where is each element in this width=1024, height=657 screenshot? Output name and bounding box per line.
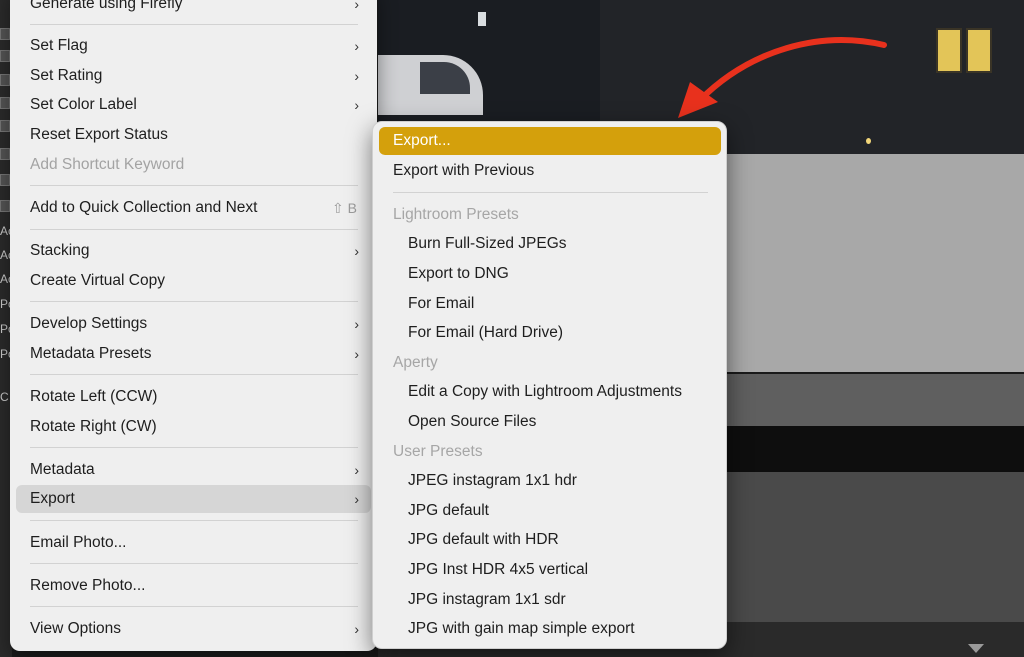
menu-item-create-virtual-copy[interactable]: Create Virtual Copy — [16, 267, 371, 295]
lit-window — [966, 28, 992, 73]
submenu-item-export[interactable]: Export... — [379, 127, 721, 155]
menu-item-metadata[interactable]: Metadata › — [16, 456, 371, 484]
menu-item-label: Remove Photo... — [30, 577, 146, 594]
section-header-aperty: Aperty — [393, 354, 438, 371]
thumbnail-icon — [0, 200, 10, 212]
menu-item-label: Export — [30, 490, 75, 507]
preset-jpg-gain-map[interactable]: JPG with gain map simple export — [379, 615, 721, 643]
thumbnail-icon — [0, 28, 10, 40]
menu-item-view-options[interactable]: View Options › — [16, 615, 371, 643]
section-header-lightroom-presets: Lightroom Presets — [393, 206, 519, 223]
menu-separator — [30, 24, 358, 25]
menu-item-label: Create Virtual Copy — [30, 272, 165, 289]
context-menu: Generate using Firefly › Set Flag › Set … — [10, 0, 377, 651]
menu-item-label: Set Flag — [30, 37, 88, 54]
menu-item-develop-settings[interactable]: Develop Settings › — [16, 310, 371, 338]
chevron-right-icon: › — [354, 97, 359, 113]
menu-item-label: Email Photo... — [30, 534, 127, 551]
menu-item-reset-export-status[interactable]: Reset Export Status — [16, 121, 371, 149]
menu-separator — [30, 185, 358, 186]
menu-separator — [30, 520, 358, 521]
menu-item-label: Metadata — [30, 461, 95, 478]
street-lamp — [478, 12, 486, 26]
preset-jpeg-instagram-1x1-hdr[interactable]: JPEG instagram 1x1 hdr — [379, 467, 721, 495]
menu-item-label: Stacking — [30, 242, 90, 259]
preset-open-source-files[interactable]: Open Source Files — [379, 408, 721, 436]
preset-jpg-default[interactable]: JPG default — [379, 497, 721, 525]
chevron-right-icon: › — [354, 346, 359, 362]
thumbnail-icon — [0, 97, 10, 109]
menu-item-export[interactable]: Export › — [16, 485, 371, 513]
menu-item-label: Rotate Left (CCW) — [30, 388, 158, 405]
menu-item-add-shortcut-keyword: Add Shortcut Keyword — [16, 151, 371, 179]
menu-separator — [30, 563, 358, 564]
menu-separator — [30, 301, 358, 302]
preset-jpg-instagram-1x1-sdr[interactable]: JPG instagram 1x1 sdr — [379, 586, 721, 614]
preset-for-email-hard-drive[interactable]: For Email (Hard Drive) — [379, 319, 721, 347]
menu-item-metadata-presets[interactable]: Metadata Presets › — [16, 340, 371, 368]
chevron-right-icon: › — [354, 0, 359, 12]
section-header-user-presets: User Presets — [393, 443, 483, 460]
menu-item-label: Add Shortcut Keyword — [30, 156, 185, 173]
menu-item-label: View Options — [30, 620, 122, 637]
submenu-item-export-with-previous[interactable]: Export with Previous — [379, 157, 721, 185]
chevron-right-icon: › — [354, 243, 359, 259]
chevron-right-icon: › — [354, 462, 359, 478]
menu-item-set-rating[interactable]: Set Rating › — [16, 62, 371, 90]
menu-separator — [30, 229, 358, 230]
menu-item-label: Reset Export Status — [30, 126, 168, 143]
menu-item-label: Set Color Label — [30, 96, 137, 113]
menu-item-label: Metadata Presets — [30, 345, 152, 362]
menu-separator — [30, 606, 358, 607]
red-curved-arrow-icon — [678, 37, 887, 118]
menu-item-email-photo[interactable]: Email Photo... — [16, 529, 371, 557]
shortcut-hint: ⇧ B — [332, 200, 357, 216]
menu-item-label: Set Rating — [30, 67, 103, 84]
chevron-right-icon: › — [354, 38, 359, 54]
menu-separator — [393, 192, 708, 193]
menu-item-add-quick-collection[interactable]: Add to Quick Collection and Next ⇧ B — [16, 194, 371, 222]
preset-export-to-dng[interactable]: Export to DNG — [379, 260, 721, 288]
thumbnail-icon — [0, 148, 10, 160]
menu-item-set-flag[interactable]: Set Flag › — [16, 32, 371, 60]
lit-window — [936, 28, 962, 73]
menu-item-remove-photo[interactable]: Remove Photo... — [16, 572, 371, 600]
menu-separator — [30, 447, 358, 448]
chevron-right-icon: › — [354, 621, 359, 637]
chevron-right-icon: › — [354, 491, 359, 507]
menu-item-set-color-label[interactable]: Set Color Label › — [16, 91, 371, 119]
thumbnail-icon — [0, 50, 10, 62]
preset-jpg-default-hdr[interactable]: JPG default with HDR — [379, 526, 721, 554]
chevron-right-icon: › — [354, 68, 359, 84]
menu-item-stacking[interactable]: Stacking › — [16, 237, 371, 265]
preset-edit-copy-lightroom[interactable]: Edit a Copy with Lightroom Adjustments — [379, 378, 721, 406]
menu-item-label: Rotate Right (CW) — [30, 418, 157, 435]
menu-item-label: Add to Quick Collection and Next — [30, 199, 258, 216]
preset-burn-full-sized-jpegs[interactable]: Burn Full-Sized JPEGs — [379, 230, 721, 258]
chevron-right-icon: › — [354, 316, 359, 332]
panel-toggle-triangle-icon[interactable] — [968, 644, 984, 653]
menu-separator — [30, 374, 358, 375]
thumbnail-icon — [0, 120, 10, 132]
menu-item-rotate-right[interactable]: Rotate Right (CW) — [16, 413, 371, 441]
export-submenu: Export... Export with Previous Lightroom… — [372, 121, 727, 649]
menu-item-generate-firefly[interactable]: Generate using Firefly › — [16, 0, 371, 18]
menu-item-label: Generate using Firefly — [30, 0, 183, 12]
preset-for-email[interactable]: For Email — [379, 290, 721, 318]
menu-item-rotate-left[interactable]: Rotate Left (CCW) — [16, 383, 371, 411]
menu-item-label: Develop Settings — [30, 315, 148, 332]
light-dot — [866, 138, 871, 144]
thumbnail-icon — [0, 174, 10, 186]
thumbnail-icon — [0, 74, 10, 86]
preset-jpg-inst-hdr-4x5[interactable]: JPG Inst HDR 4x5 vertical — [379, 556, 721, 584]
